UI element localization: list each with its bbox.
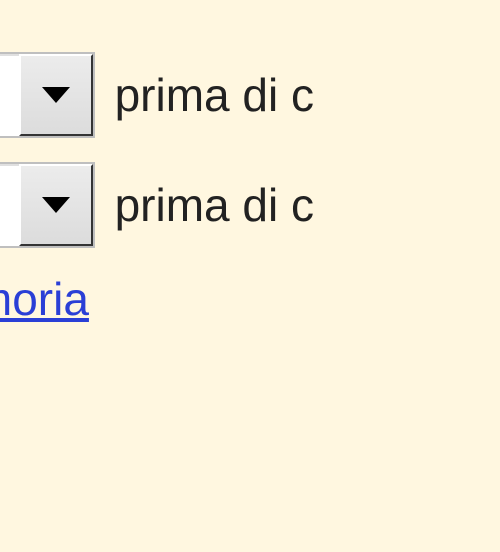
unit-select-2[interactable]: uti [0, 162, 95, 248]
memoria-link[interactable]: memoria [0, 273, 89, 325]
unit-select-1-button[interactable] [19, 54, 93, 136]
reminder-row-2-suffix: prima di c [115, 178, 314, 232]
chevron-down-icon [42, 87, 70, 103]
unit-select-1[interactable]: uti [0, 52, 95, 138]
reminder-row-1: uti prima di c [0, 52, 500, 138]
unit-select-2-button[interactable] [19, 164, 93, 246]
unit-select-1-value: uti [0, 54, 19, 136]
reminder-row-1-suffix: prima di c [115, 68, 314, 122]
reminder-row-2: uti prima di c [0, 162, 500, 248]
link-row: memoria [0, 272, 500, 326]
unit-select-2-value: uti [0, 164, 19, 246]
chevron-down-icon [42, 197, 70, 213]
